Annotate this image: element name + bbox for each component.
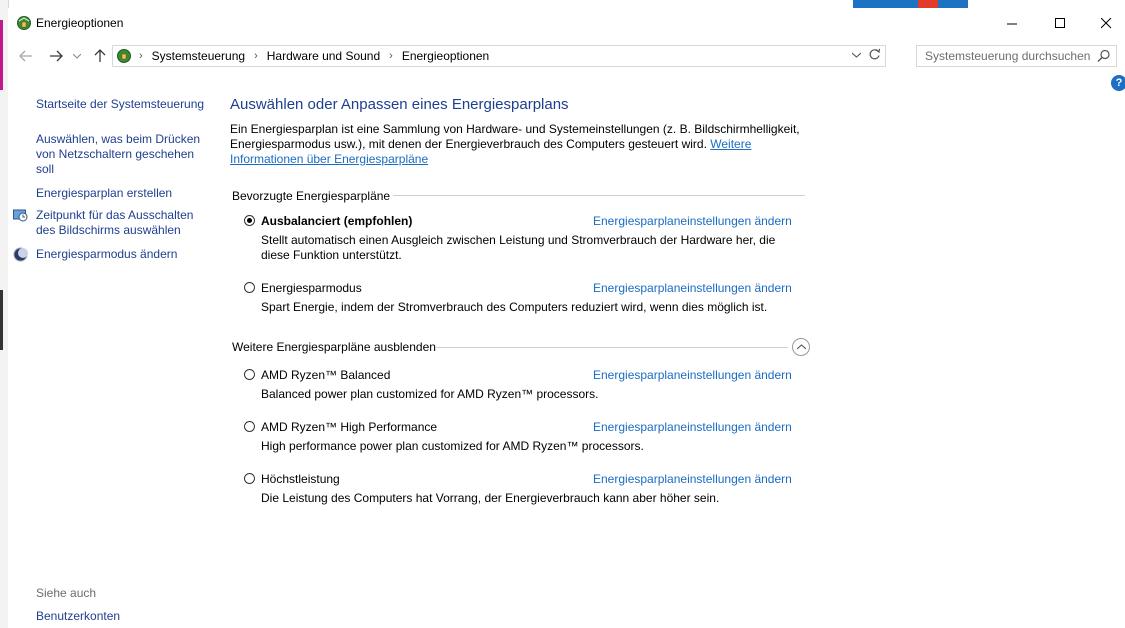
- sidebar-link-user-accounts[interactable]: Benutzerkonten: [36, 609, 214, 624]
- background-window-strip: [918, 0, 938, 8]
- background-window-strip: [938, 0, 968, 8]
- plan-radio-amd-balanced[interactable]: [244, 369, 255, 380]
- divider: [436, 347, 788, 348]
- plan-description: Balanced power plan customized for AMD R…: [261, 387, 599, 401]
- back-button[interactable]: [16, 46, 36, 66]
- minimize-icon: [1006, 23, 1017, 24]
- breadcrumb-separator-icon: ›: [254, 50, 258, 62]
- background-window-accent: [0, 20, 3, 90]
- background-window-strip: [853, 0, 918, 8]
- address-dropdown-button[interactable]: [851, 49, 862, 61]
- plan-name: Energiesparmodus: [261, 281, 362, 295]
- plan-description: High performance power plan customized f…: [261, 439, 644, 453]
- refresh-button[interactable]: [868, 48, 881, 64]
- chevron-up-icon: [796, 344, 806, 350]
- intro-paragraph: Ein Energiesparplan ist eine Sammlung vo…: [230, 122, 800, 167]
- sidebar-link-power-buttons[interactable]: Auswählen, was beim Drücken von Netzscha…: [36, 132, 206, 177]
- change-plan-settings-link[interactable]: Energiesparplaneinstellungen ändern: [593, 368, 792, 382]
- sidebar: Startseite der Systemsteuerung Auswählen…: [8, 70, 218, 628]
- recent-locations-button[interactable]: [70, 46, 84, 66]
- background-window-fragment: [0, 290, 3, 350]
- breadcrumb-separator-icon: ›: [389, 50, 393, 62]
- control-panel-icon: [117, 49, 131, 63]
- chevron-down-icon: [851, 52, 862, 58]
- window-title: Energieoptionen: [36, 16, 124, 30]
- title-bar: Energieoptionen: [8, 8, 1125, 38]
- sleep-moon-icon: [13, 247, 28, 262]
- search-box[interactable]: Systemsteuerung durchsuchen: [916, 45, 1117, 67]
- back-arrow-icon: [19, 50, 32, 62]
- plan-name: AMD Ryzen™ Balanced: [261, 368, 391, 382]
- change-plan-settings-link[interactable]: Energiesparplaneinstellungen ändern: [593, 281, 792, 295]
- minimize-button[interactable]: [989, 8, 1035, 38]
- maximize-button[interactable]: [1037, 8, 1083, 38]
- close-icon: [1100, 17, 1111, 28]
- breadcrumb: › Systemsteuerung › Hardware und Sound ›…: [139, 49, 489, 63]
- forward-arrow-icon: [50, 50, 63, 62]
- sidebar-link-sleep-mode[interactable]: Energiesparmodus ändern: [36, 247, 214, 262]
- plan-name: AMD Ryzen™ High Performance: [261, 420, 438, 434]
- plan-radio-amd-high-performance[interactable]: [244, 421, 255, 432]
- power-options-icon: [17, 16, 31, 30]
- change-plan-settings-link[interactable]: Energiesparplaneinstellungen ändern: [593, 214, 792, 228]
- close-button[interactable]: [1083, 8, 1125, 38]
- sidebar-link-display-off[interactable]: Zeitpunkt für das Ausschalten des Bildsc…: [36, 208, 214, 238]
- breadcrumb-item[interactable]: Systemsteuerung: [152, 49, 245, 63]
- up-button[interactable]: [90, 46, 110, 66]
- sidebar-link-control-panel-home[interactable]: Startseite der Systemsteuerung: [36, 97, 214, 112]
- collapse-button[interactable]: [792, 338, 810, 356]
- page-title: Auswählen oder Anpassen eines Energiespa…: [230, 96, 569, 113]
- plan-name: Höchstleistung: [261, 472, 340, 486]
- plan-radio-balanced[interactable]: [244, 215, 255, 226]
- forward-button[interactable]: [46, 46, 66, 66]
- refresh-icon: [869, 48, 881, 60]
- navigation-bar: › Systemsteuerung › Hardware und Sound ›…: [8, 42, 1125, 70]
- breadcrumb-separator-icon: ›: [139, 50, 143, 62]
- breadcrumb-item[interactable]: Energieoptionen: [402, 49, 489, 63]
- sidebar-link-create-plan[interactable]: Energiesparplan erstellen: [36, 186, 214, 201]
- display-timer-icon: [13, 209, 28, 222]
- address-bar[interactable]: › Systemsteuerung › Hardware und Sound ›…: [112, 45, 886, 67]
- plan-description: Spart Energie, indem der Stromverbrauch …: [261, 300, 768, 314]
- help-icon[interactable]: ?: [1111, 75, 1125, 91]
- plan-radio-high-performance[interactable]: [244, 473, 255, 484]
- search-icon: [1097, 49, 1110, 62]
- plan-description: Die Leistung des Computers hat Vorrang, …: [261, 491, 720, 505]
- plan-name: Ausbalanciert (empfohlen): [261, 214, 413, 228]
- change-plan-settings-link[interactable]: Energiesparplaneinstellungen ändern: [593, 420, 792, 434]
- change-plan-settings-link[interactable]: Energiesparplaneinstellungen ändern: [593, 472, 792, 486]
- see-also-heading: Siehe auch: [36, 586, 97, 600]
- search-placeholder: Systemsteuerung durchsuchen: [925, 49, 1091, 63]
- chevron-down-icon: [73, 53, 81, 59]
- divider: [393, 195, 805, 196]
- plan-radio-power-saver[interactable]: [244, 282, 255, 293]
- breadcrumb-item[interactable]: Hardware und Sound: [267, 49, 380, 63]
- power-options-window: Energieoptionen › Systemsteuerung › Hard…: [8, 8, 1125, 628]
- preferred-plans-heading: Bevorzugte Energiesparpläne: [232, 189, 391, 203]
- plan-description: Stellt automatisch einen Ausgleich zwisc…: [261, 233, 776, 262]
- maximize-icon: [1054, 17, 1065, 28]
- more-plans-heading[interactable]: Weitere Energiesparpläne ausblenden: [232, 340, 436, 354]
- up-arrow-icon: [94, 49, 106, 62]
